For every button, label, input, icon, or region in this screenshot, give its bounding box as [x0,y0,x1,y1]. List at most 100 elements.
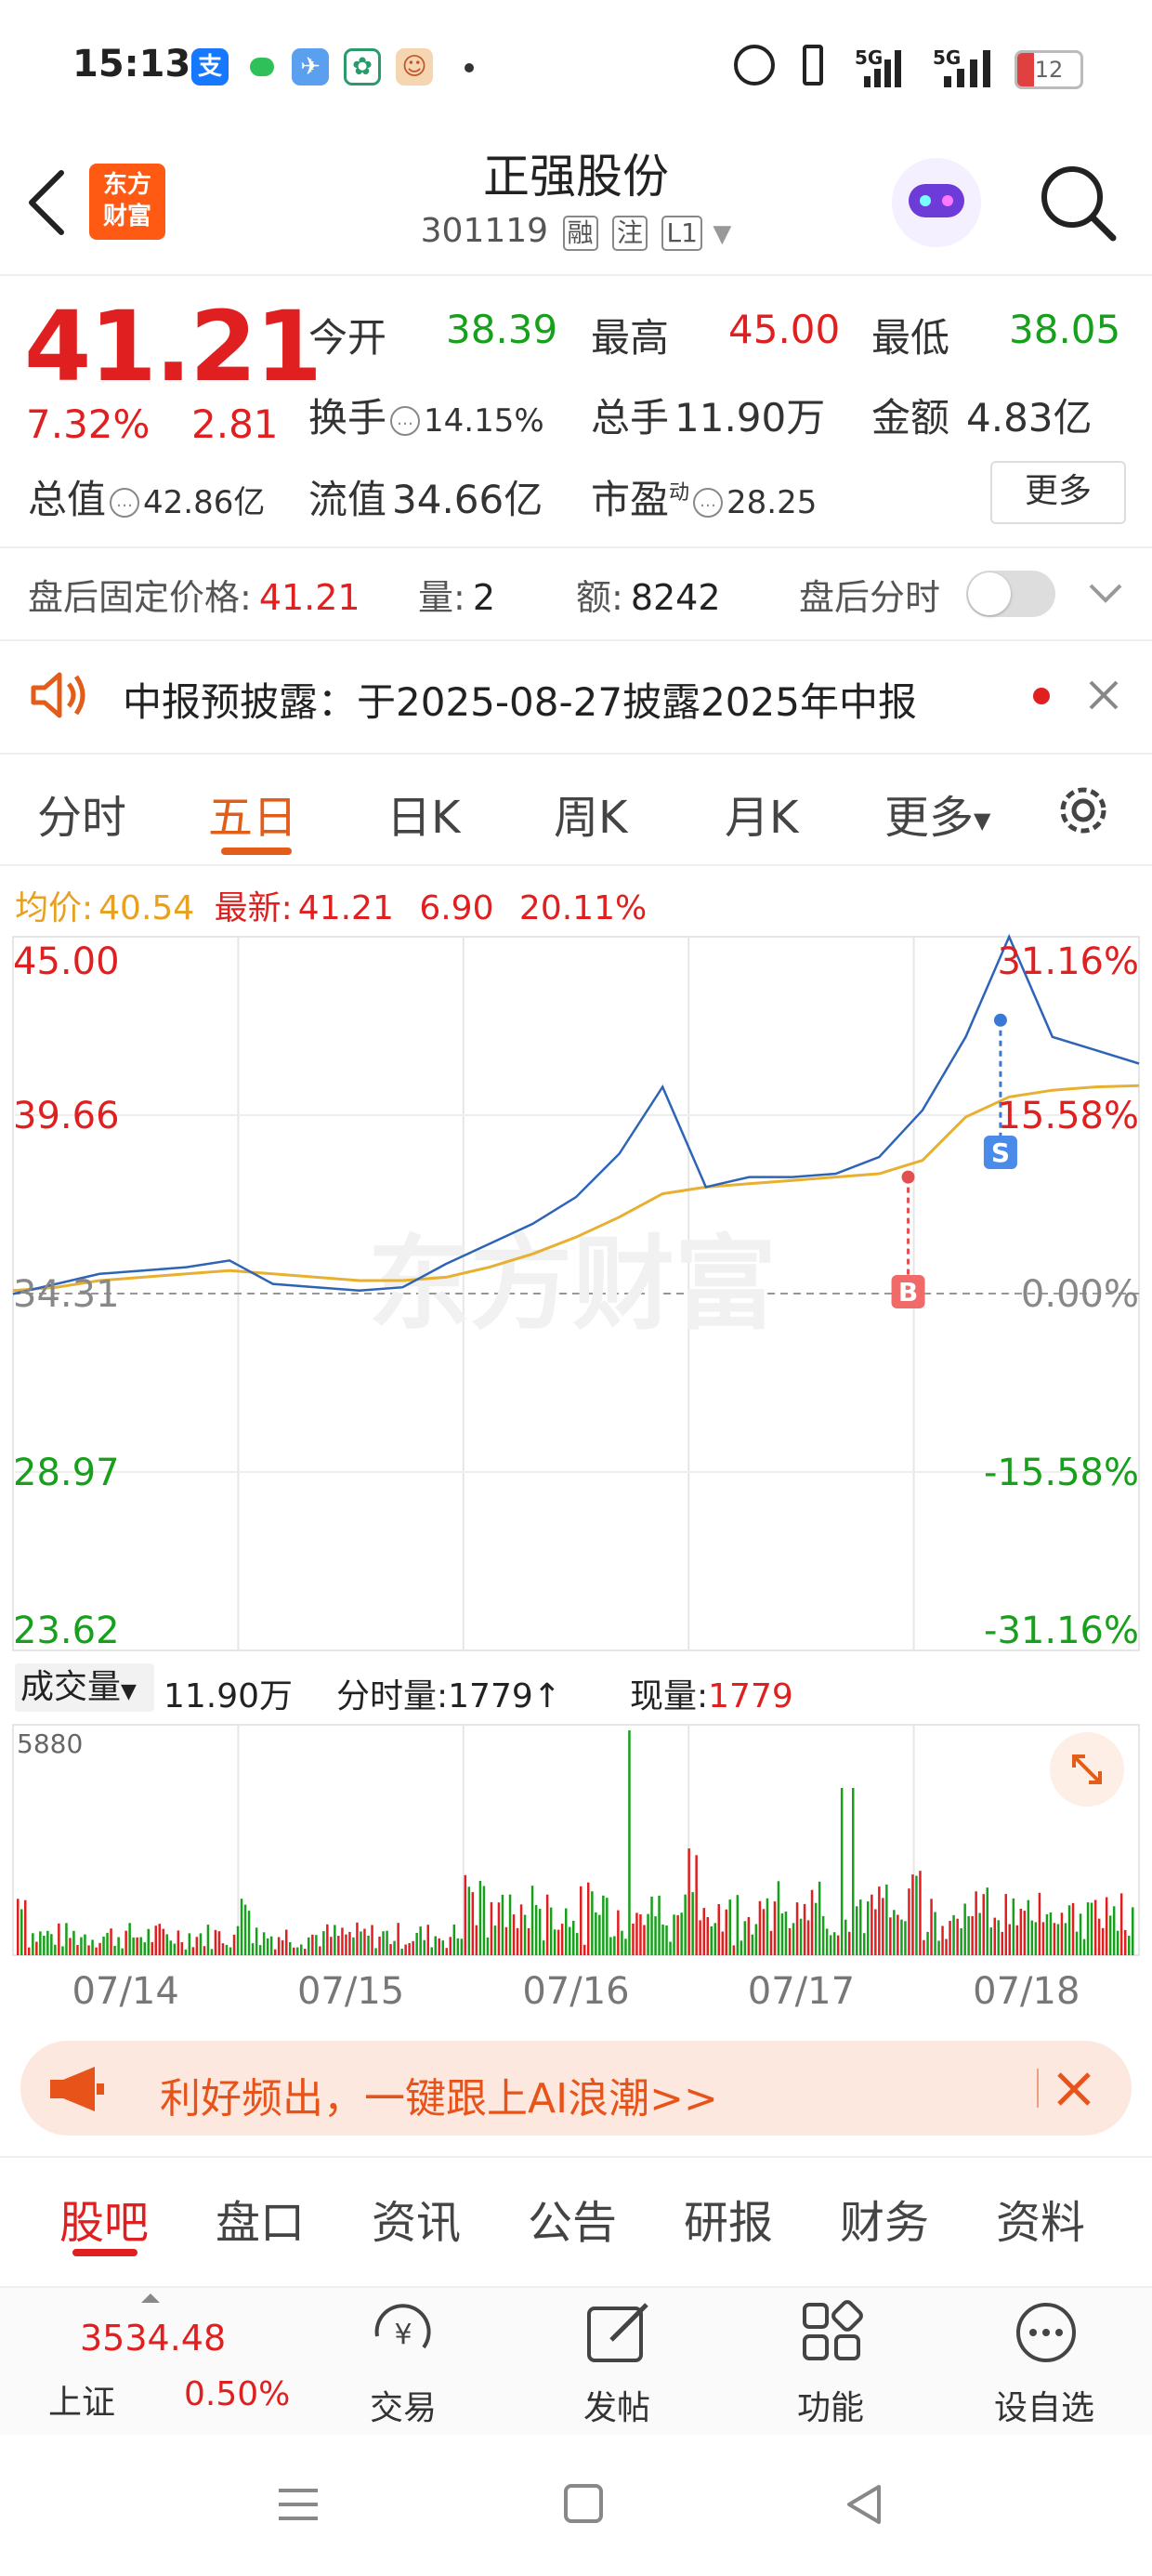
caret-up-icon [141,2293,160,2303]
compass-icon: ✈ [292,48,329,85]
volume-bar [814,1902,818,1955]
volume-bar [210,1949,214,1955]
volume-bar [1082,1939,1086,1955]
five-day-chart[interactable]: 东方财富 B S 45.00 39.66 34.31 28.97 23.62 31.16%… [0,929,1152,2044]
tag-level1: L1 [661,216,702,251]
volume-bar [247,1911,251,1955]
volume-bar [315,1935,318,1955]
tab-profile[interactable]: 资料 [996,2186,1085,2251]
home-icon[interactable] [561,2481,608,2528]
volume-bar [143,1942,146,1955]
volume-bar [591,1891,594,1955]
app-logo[interactable]: 东方 财富 [89,164,165,240]
volume-bar [721,1931,724,1955]
post-button[interactable]: 发帖 [543,2381,691,2429]
index-change[interactable]: 0.50% [184,2375,290,2413]
tab-announcements[interactable]: 公告 [528,2186,617,2251]
volume-bar [419,1926,422,1955]
volume-bar [54,1944,57,1955]
caret-down-icon: ▼ [974,808,991,834]
add-watchlist-button[interactable]: 设自选 [970,2381,1119,2429]
tab-news[interactable]: 资讯 [372,2186,461,2251]
volume-bar [1041,1922,1045,1955]
index-value[interactable]: 3534.48 [80,2318,226,2359]
alarm-icon [734,45,775,85]
volume-bar [490,1901,493,1955]
compose-icon[interactable] [583,2299,654,2366]
volume-frame [12,1724,1140,1956]
volume-selector[interactable]: 成交量▼ [15,1663,154,1712]
volume-bar [598,1914,601,1955]
settings-gear-icon[interactable] [1054,781,1113,840]
trade-button[interactable]: 交易 [329,2381,478,2429]
back-nav-icon[interactable] [842,2481,888,2528]
volume-bar [937,1940,940,1955]
volume-bar [1108,1915,1112,1955]
after-hours-price-value: 41.21 [258,577,360,618]
tab-intraday[interactable]: 分时 [37,781,126,846]
volume-bar [934,1912,936,1955]
tab-monthly-k[interactable]: 月K [725,781,798,846]
volume-bar [225,1944,229,1955]
tab-orderbook[interactable]: 盘口 [216,2186,305,2251]
high-label: 最高 [591,315,670,361]
volume-bar [840,1788,844,1955]
volume-bar [613,1936,616,1955]
trade-icon[interactable]: ¥ [368,2299,439,2366]
volume-bar [91,1939,94,1955]
tab-more[interactable]: 更多▼ [884,781,990,846]
menu-icon[interactable] [275,2481,321,2528]
volume-bar [963,1903,966,1955]
back-icon[interactable] [24,167,69,238]
volume-bar [266,1938,269,1955]
tab-daily-k[interactable]: 日K [386,781,460,846]
tab-forum[interactable]: 股吧 [59,2186,149,2251]
tab-financials[interactable]: 财务 [840,2186,929,2251]
volume-bar [661,1925,664,1955]
tab-weekly-k[interactable]: 周K [554,781,627,846]
after-hours-toggle[interactable] [966,571,1055,617]
stock-code-row[interactable]: 301119 融 注 L1 ▼ [372,212,780,251]
turnover-label: 换手… 14.15% [308,387,544,443]
volume-bar [982,1894,985,1955]
open-label: 今开 [308,315,387,361]
functions-button[interactable]: 功能 [756,2381,905,2429]
tab-research[interactable]: 研报 [684,2186,773,2251]
volume-bar [639,1914,642,1955]
latest-change-pct: 20.11% [518,889,648,927]
volume-bar [1097,1918,1101,1955]
volume-bar [17,1899,20,1955]
close-promo-icon[interactable] [1054,2069,1094,2109]
index-name[interactable]: 上证 [48,2375,115,2424]
info-icon[interactable]: … [390,405,421,436]
volume-bar [460,1939,464,1955]
info-icon-3[interactable]: … [693,487,724,518]
chevron-down-icon-2[interactable] [1087,580,1124,608]
divider [0,2156,1152,2158]
tick-volume: 分时量:1779↑ [336,1669,561,1717]
tab-five-day[interactable]: 五日 [208,781,297,846]
status-bar: 15:13 支 ✈ ✿ ☺ 5G 5G 12 [0,0,1152,130]
volume-bar [952,1914,955,1955]
notice-text[interactable]: 中报预披露：于2025-08-27披露2025年中报 [123,671,917,728]
volume-bar [1105,1897,1108,1955]
current-volume: 现量:1779 [630,1669,793,1717]
volume-bar [915,1875,918,1955]
volume-bar [1030,1920,1034,1955]
volume-bar [352,1937,355,1955]
volume-bar [534,1905,538,1955]
volume-bar [386,1930,388,1955]
close-icon[interactable] [1085,677,1122,714]
pe-dynamic-mark: 动 [669,481,690,505]
more-stats-button[interactable]: 更多 [990,461,1126,524]
info-icon-2[interactable]: … [110,487,140,518]
apps-grid-icon[interactable] [799,2299,870,2366]
robot-assistant-icon[interactable] [892,158,981,247]
expand-icon[interactable] [1050,1732,1124,1807]
volume-bar [80,1937,83,1955]
volume-bar [117,1937,120,1955]
mktcap-label: 总值 [28,477,107,522]
promo-text[interactable]: 利好频出，一键跟上AI浪潮>> [160,2065,718,2124]
search-icon[interactable] [1039,164,1119,243]
more-dots-icon[interactable] [1013,2299,1083,2366]
